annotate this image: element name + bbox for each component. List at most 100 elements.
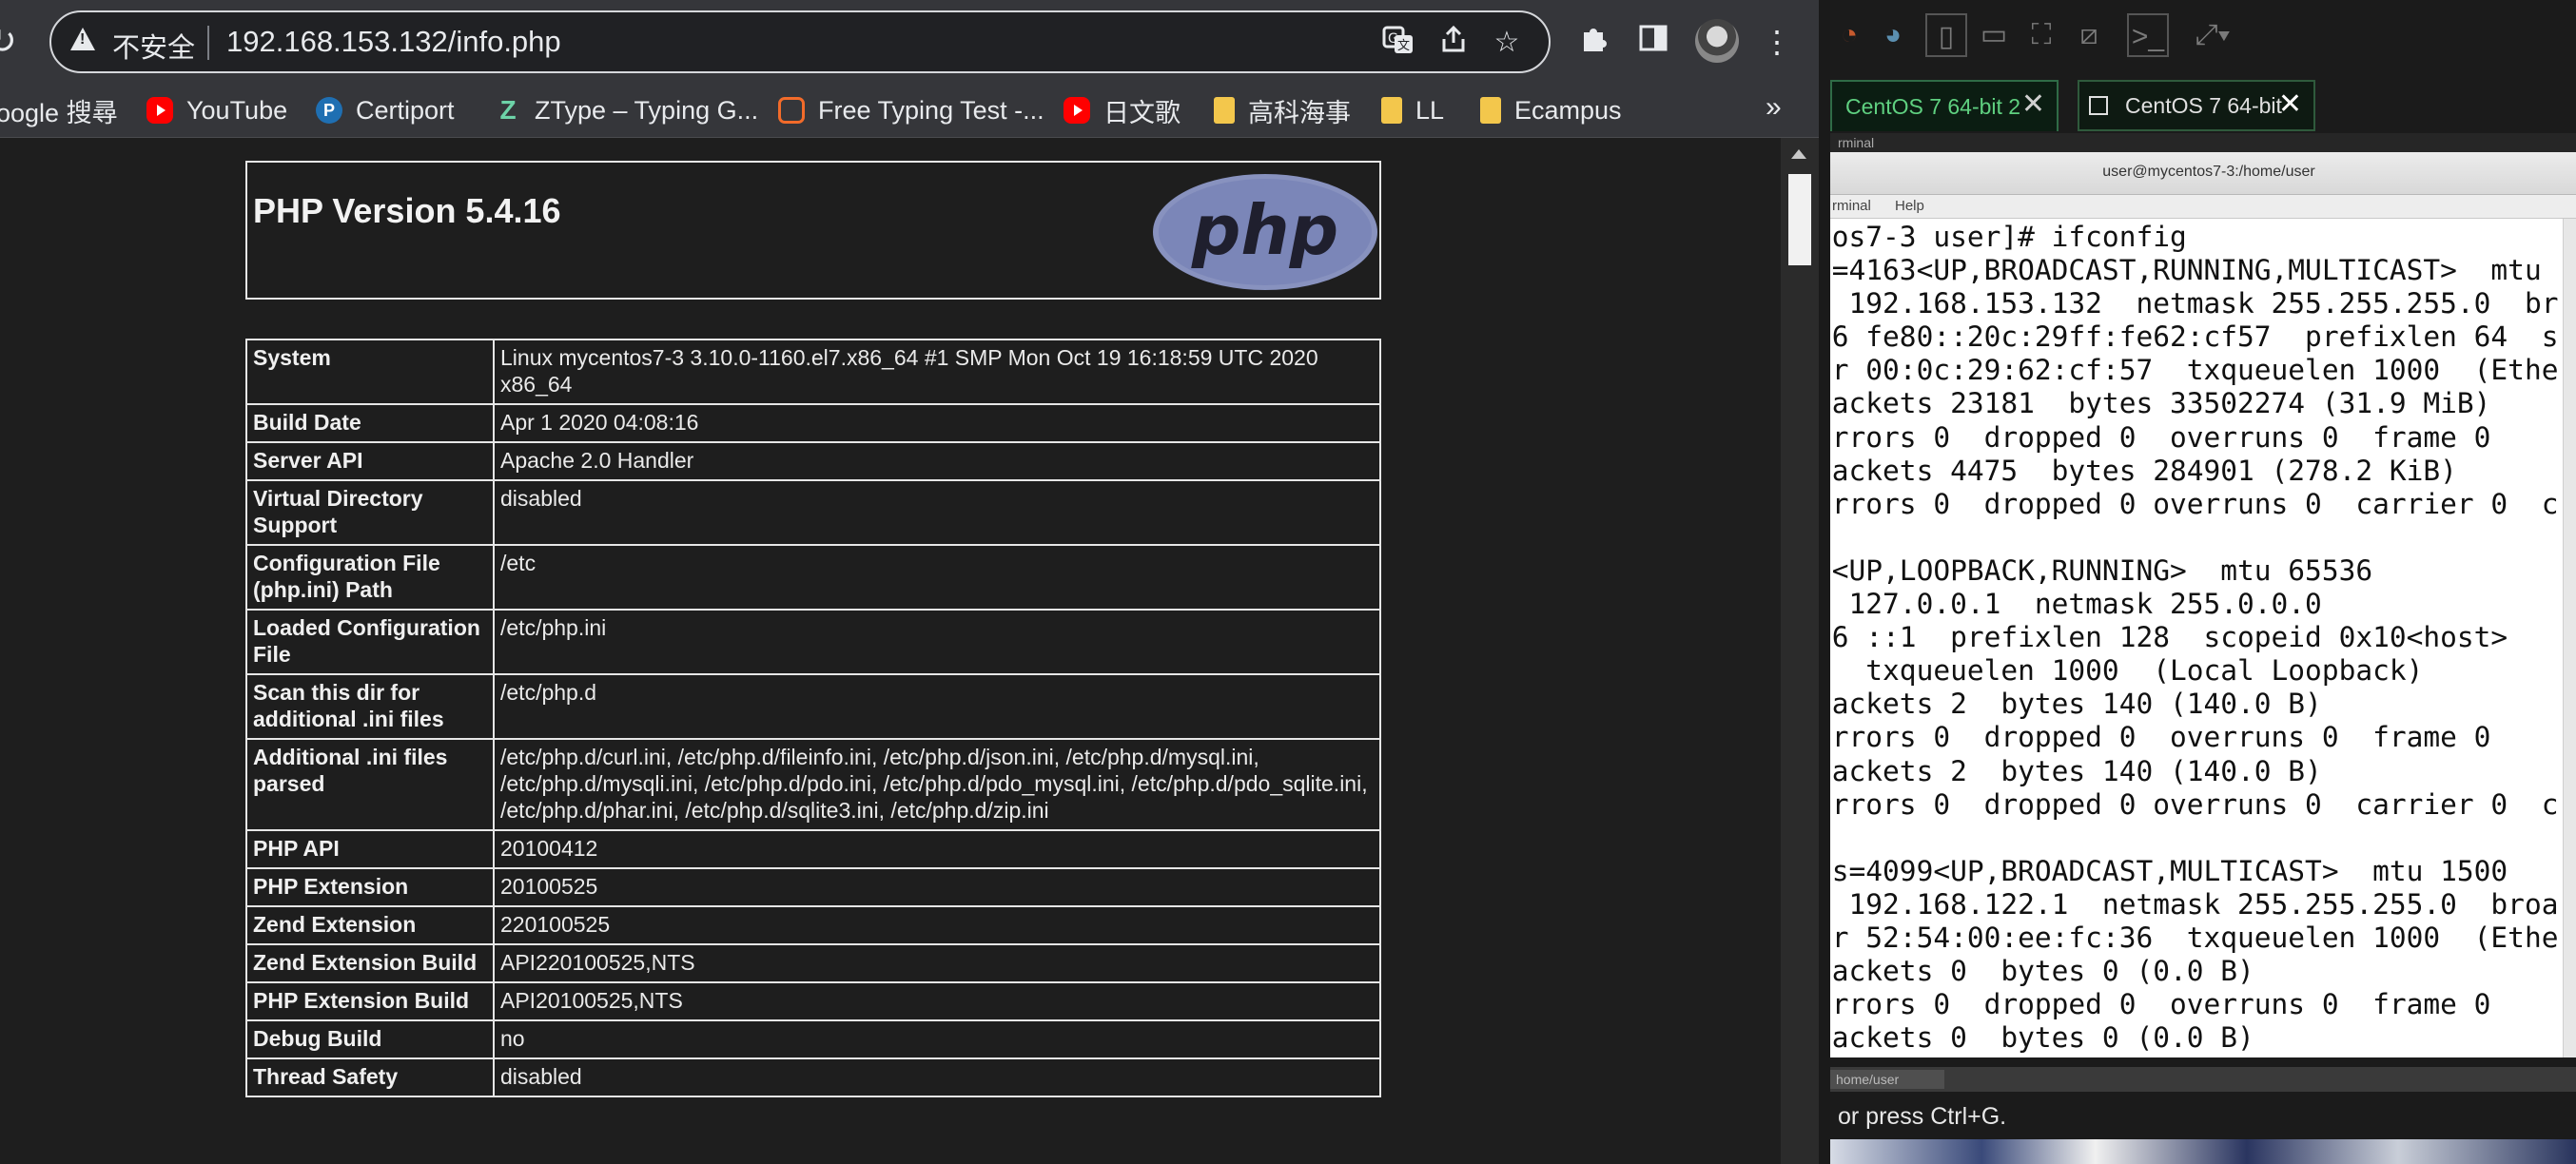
vm-tab-bar: CentOS 7 64-bit 2 ✕ CentOS 7 64-bit ✕ [1830,78,2576,131]
row-value: disabled [493,1057,1381,1097]
share-icon[interactable] [1434,24,1473,62]
translate-icon[interactable]: G文 [1379,24,1417,62]
row-value: 220100525 [493,905,1381,945]
table-row: Debug Build no [245,1019,1381,1059]
profile-avatar[interactable] [1695,19,1739,63]
terminal-status-tab[interactable]: home/user [1830,1070,1944,1089]
php-info-table: System Linux mycentos7-3 3.10.0-1160.el7.… [245,339,1381,1097]
bookmark-label: LL [1415,95,1445,125]
youtube-icon [1064,97,1090,124]
bookmark-japanese-songs[interactable]: 日文歌 [1064,93,1181,127]
bookmark-label: Free Typing Test -... [818,95,1044,125]
terminal-menubar: rminal Help [1830,195,2576,219]
vm-input-hint: or press Ctrl+G. [1830,1092,2576,1141]
bookmark-free-typing-test[interactable]: Free Typing Test -... [778,93,1044,127]
row-key: System [245,339,495,405]
bookmark-label: ZType – Typing G... [535,95,759,125]
side-panel-icon[interactable] [1632,21,1674,63]
youtube-icon [146,97,173,124]
svg-text:文: 文 [1397,39,1410,53]
gnome-top-bar: rminal [1830,133,2576,152]
bookmark-label: 高科海事 [1248,98,1351,127]
bookmark-label: YouTube [186,95,288,125]
terminal-output[interactable]: tos7-3 user]# ifconfig s=4163<UP,BROADCA… [1830,219,2563,1057]
folder-icon [1214,97,1235,124]
vm-desktop-preview [1830,1139,2576,1164]
folder-icon [1480,97,1501,124]
table-row: PHP API 20100412 [245,829,1381,869]
browser-toolbar: ↻ 不安全 192.168.153.132/info.php G文 ☆ ⋮ [0,0,1819,84]
terminal-scrollbar[interactable] [2563,219,2576,1057]
row-key: Zend Extension [245,905,495,945]
bookmarks-overflow-button[interactable]: » [1766,91,1782,124]
fullscreen-icon[interactable]: ⛶ [2020,13,2062,57]
extensions-icon[interactable] [1573,21,1615,63]
address-bar[interactable]: 不安全 192.168.153.132/info.php G文 ☆ [49,10,1551,73]
table-row: Build Date Apr 1 2020 04:08:16 [245,403,1381,443]
terminal-icon[interactable]: >_ [2127,13,2169,57]
bookmark-ztype[interactable]: Z ZType – Typing G... [495,93,758,127]
row-key: Zend Extension Build [245,943,495,983]
certiport-icon: P [316,97,342,124]
row-key: Loaded Configuration File [245,609,495,675]
chat-bubble-icon [778,97,805,124]
row-value: /etc/php.d/curl.ini, /etc/php.d/fileinfo… [493,738,1381,831]
bookmark-google[interactable]: oogle 搜尋 [0,93,118,127]
stretch-dropdown-icon[interactable]: ⤢▾ [2184,13,2241,57]
tab-centos[interactable]: CentOS 7 64-bit ✕ [2078,80,2315,131]
close-icon[interactable]: ✕ [2278,87,2302,121]
row-key: Thread Safety [245,1057,495,1097]
insecure-label[interactable]: 不安全 [112,26,195,66]
row-value: 20100525 [493,867,1381,907]
bookmark-folder-nkust[interactable]: 高科海事 [1214,93,1351,127]
warning-icon[interactable] [70,28,95,50]
page-title: PHP Version 5.4.16 [253,191,561,230]
php-logo[interactable]: php [1151,172,1379,292]
scrollbar-thumb[interactable] [1788,174,1811,265]
unity-icon[interactable]: ⧄ [2068,13,2110,57]
page-content: PHP Version 5.4.16 php System Linux mycen… [0,138,1781,1164]
row-value: Apache 2.0 Handler [493,441,1381,481]
close-icon[interactable]: ✕ [2021,87,2045,121]
table-row: Server API Apache 2.0 Handler [245,441,1381,481]
menu-help[interactable]: Help [1895,198,1924,214]
bookmark-certiport[interactable]: P Certiport [316,93,455,127]
power-icon[interactable]: ◔ [1830,13,1868,57]
row-value: Apr 1 2020 04:08:16 [493,403,1381,443]
row-value: API20100525,NTS [493,981,1381,1021]
ztype-icon: Z [499,95,517,125]
row-key: PHP Extension [245,867,495,907]
url-text[interactable]: 192.168.153.132/info.php [226,25,561,59]
table-row: PHP Extension Build API20100525,NTS [245,981,1381,1021]
row-value: /etc/php.d [493,673,1381,740]
bookmark-star-icon[interactable]: ☆ [1488,24,1526,62]
row-key: Scan this dir for additional .ini files [245,673,495,740]
snapshot-icon[interactable]: ◕ [1874,13,1912,57]
url-separator [207,26,209,60]
bookmark-folder-ll[interactable]: LL [1381,93,1444,127]
table-row: PHP Extension 20100525 [245,867,1381,907]
tab-centos-2[interactable]: CentOS 7 64-bit 2 ✕ [1830,80,2059,131]
more-menu-icon[interactable]: ⋮ [1756,21,1798,63]
reload-icon[interactable]: ↻ [0,21,17,63]
row-key: Virtual Directory Support [245,479,495,546]
vmware-window: ◔ ◕ ▯ ▭ ⛶ ⧄ >_ ⤢▾ CentOS 7 64-bit 2 ✕ Ce… [1819,0,2576,1164]
console-view-icon[interactable]: ▭ [1973,13,2015,57]
scroll-up-arrow-icon[interactable] [1791,149,1806,159]
bookmark-youtube[interactable]: YouTube [146,93,287,127]
vmware-toolbar: ◔ ◕ ▯ ▭ ⛶ ⧄ >_ ⤢▾ [1830,0,2576,72]
bookmark-label: Certiport [356,95,455,125]
row-key: Server API [245,441,495,481]
row-key: Debug Build [245,1019,495,1059]
row-value: no [493,1019,1381,1059]
table-row: Virtual Directory Support disabled [245,479,1381,546]
menu-terminal[interactable]: rminal [1832,198,1871,214]
bookmark-label: Ecampus [1514,95,1622,125]
table-row: Configuration File (php.ini) Path/etc [245,544,1381,611]
bookmark-folder-ecampus[interactable]: Ecampus [1480,93,1622,127]
sidebar-view-icon[interactable]: ▯ [1925,13,1967,57]
php-logo-text: php [1191,190,1338,270]
table-row: System Linux mycentos7-3 3.10.0-1160.el7.… [245,339,1381,405]
terminal-title: user@mycentos7-3:/home/user [2102,164,2315,180]
page-scrollbar[interactable] [1781,138,1819,1164]
